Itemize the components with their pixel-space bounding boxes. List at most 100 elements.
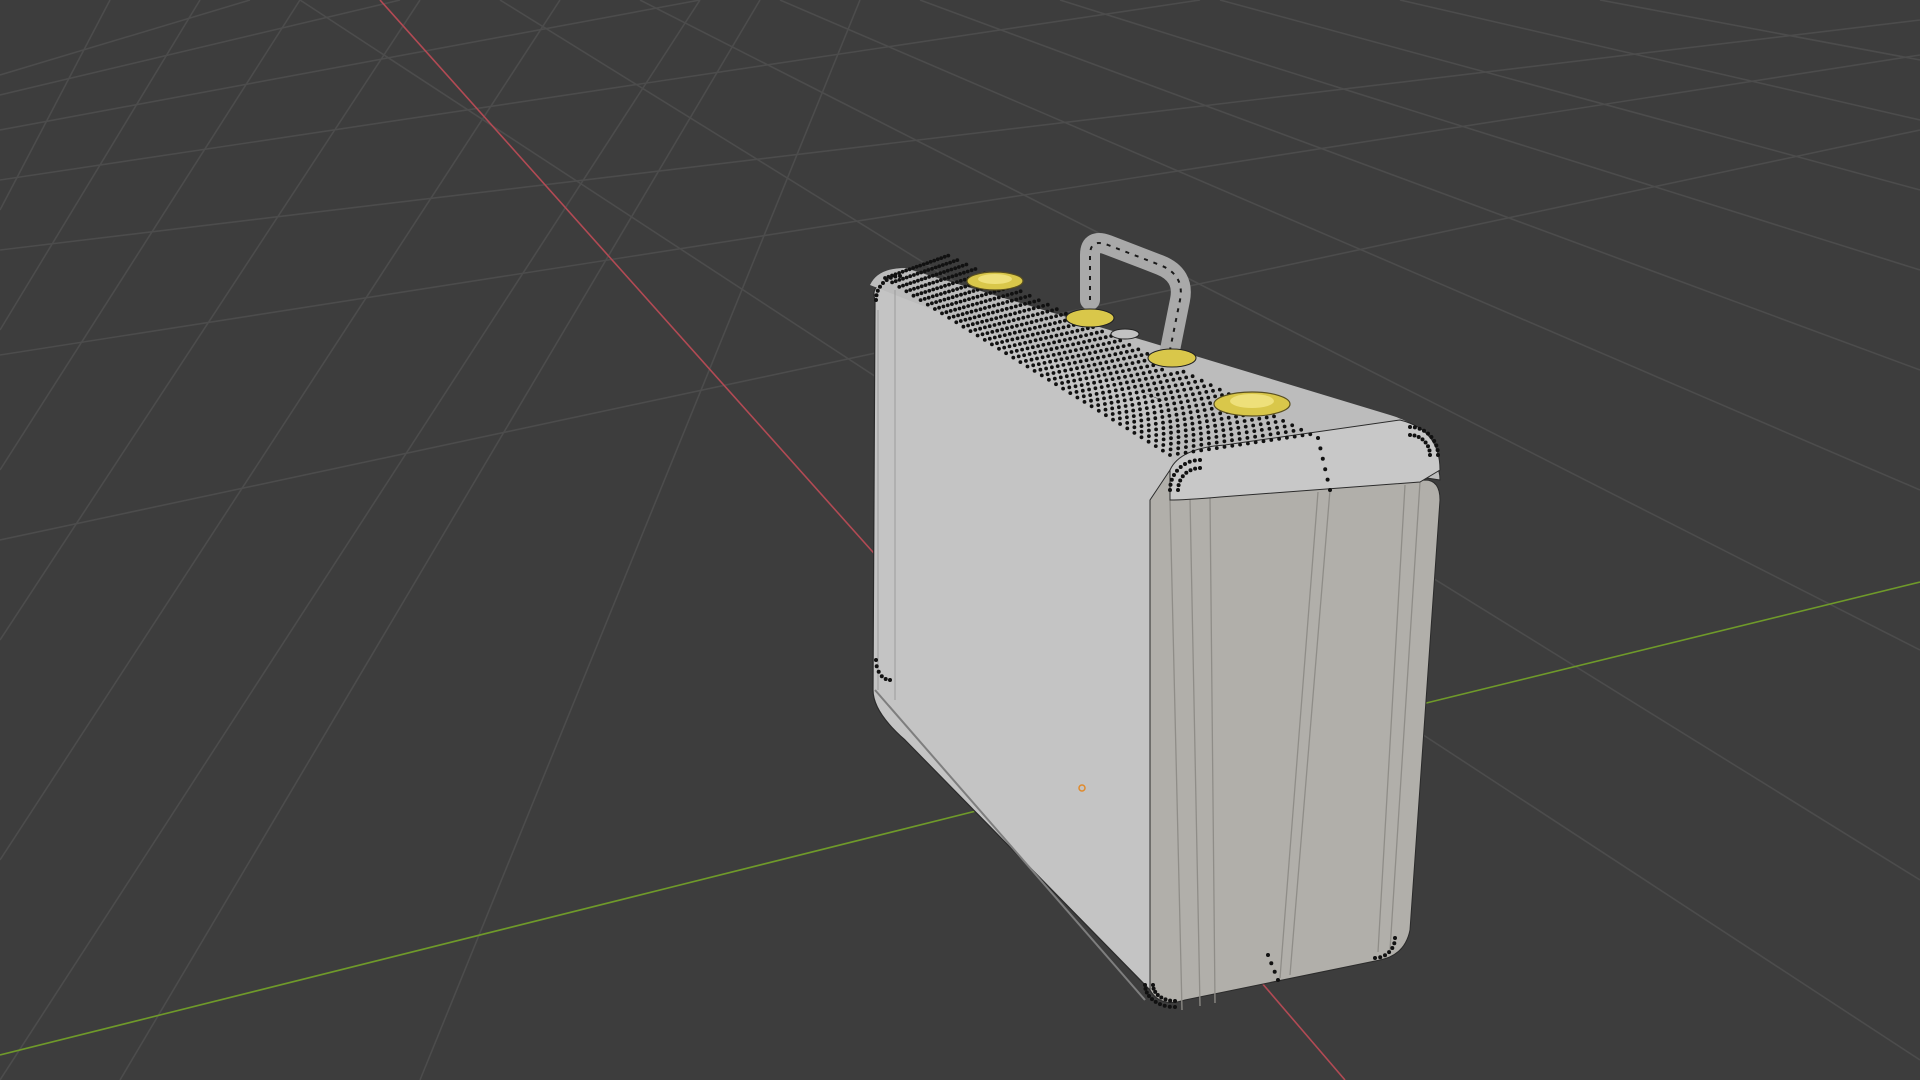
mesh-vertex[interactable] (1044, 336, 1048, 340)
mesh-vertex[interactable] (1253, 440, 1258, 445)
mesh-vertex[interactable] (1098, 361, 1103, 366)
mesh-vertex[interactable] (1040, 310, 1045, 315)
mesh-vertex[interactable] (1118, 381, 1123, 386)
mesh-vertex[interactable] (1039, 373, 1044, 378)
mesh-vertex[interactable] (1149, 393, 1154, 398)
mesh-vertex[interactable] (1138, 413, 1143, 417)
mesh-vertex[interactable] (1003, 313, 1008, 318)
mesh-vertex[interactable] (1168, 447, 1173, 452)
mesh-vertex[interactable] (1184, 434, 1188, 438)
mesh-vertex[interactable] (1221, 428, 1226, 432)
edge-vertex[interactable] (1143, 983, 1147, 987)
mesh-vertex[interactable] (1161, 426, 1166, 431)
mesh-vertex[interactable] (1267, 426, 1272, 431)
mesh-vertex[interactable] (1066, 379, 1071, 384)
mesh-vertex[interactable] (1075, 395, 1080, 400)
mesh-vertex[interactable] (1058, 375, 1063, 380)
mesh-vertex[interactable] (1030, 332, 1035, 337)
mesh-vertex[interactable] (1185, 399, 1190, 403)
mesh-vertex[interactable] (915, 271, 920, 276)
mesh-vertex[interactable] (956, 313, 960, 318)
mesh-vertex[interactable] (1029, 320, 1034, 325)
mesh-vertex[interactable] (1044, 348, 1048, 353)
mesh-vertex[interactable] (966, 304, 971, 308)
mesh-vertex[interactable] (1197, 391, 1202, 395)
edge-vertex[interactable] (1184, 470, 1189, 475)
mesh-vertex[interactable] (1143, 400, 1148, 405)
mesh-vertex[interactable] (951, 314, 956, 319)
mesh-vertex[interactable] (1031, 313, 1035, 318)
mesh-vertex[interactable] (1208, 401, 1212, 406)
edge-vertex[interactable] (1193, 466, 1198, 471)
mesh-vertex[interactable] (1010, 337, 1015, 342)
mesh-vertex[interactable] (962, 277, 967, 282)
mesh-vertex[interactable] (1175, 418, 1180, 423)
edge-vertex[interactable] (1169, 477, 1174, 482)
mesh-vertex[interactable] (940, 311, 944, 316)
mesh-vertex[interactable] (988, 298, 992, 302)
mesh-vertex[interactable] (1237, 431, 1241, 436)
mesh-vertex[interactable] (1000, 340, 1004, 344)
edge-vertex[interactable] (876, 669, 881, 674)
mesh-vertex[interactable] (1004, 306, 1009, 311)
mesh-vertex[interactable] (1259, 428, 1264, 432)
mesh-vertex[interactable] (1080, 388, 1085, 393)
mesh-vertex[interactable] (1207, 447, 1211, 452)
mesh-vertex[interactable] (1116, 357, 1120, 362)
edge-vertex[interactable] (1436, 453, 1440, 457)
mesh-vertex[interactable] (1191, 432, 1196, 437)
mesh-vertex[interactable] (904, 289, 909, 294)
edge-vertex[interactable] (1147, 994, 1151, 998)
edge-vertex[interactable] (1408, 433, 1412, 437)
mesh-vertex[interactable] (1146, 423, 1151, 427)
mesh-vertex[interactable] (988, 291, 993, 295)
mesh-vertex[interactable] (1065, 331, 1069, 335)
mesh-vertex[interactable] (1272, 414, 1276, 419)
mesh-vertex[interactable] (1166, 408, 1171, 413)
mesh-vertex[interactable] (1044, 366, 1048, 371)
mesh-vertex[interactable] (969, 309, 974, 314)
mesh-vertex[interactable] (940, 263, 945, 267)
mesh-vertex[interactable] (1199, 378, 1204, 383)
mesh-vertex[interactable] (1253, 434, 1257, 439)
mesh-vertex[interactable] (1026, 314, 1030, 319)
mesh-vertex[interactable] (1092, 362, 1097, 367)
mesh-vertex[interactable] (1144, 406, 1149, 410)
mesh-vertex[interactable] (1180, 406, 1185, 410)
mesh-vertex[interactable] (1014, 348, 1019, 353)
mesh-vertex[interactable] (1204, 390, 1209, 394)
mesh-vertex[interactable] (1018, 303, 1023, 307)
mesh-vertex[interactable] (1124, 409, 1129, 414)
mesh-vertex[interactable] (1131, 379, 1136, 384)
mesh-vertex[interactable] (1028, 339, 1033, 344)
mesh-vertex[interactable] (1023, 302, 1027, 306)
edge-vertex[interactable] (1408, 425, 1412, 429)
mesh-vertex[interactable] (1102, 396, 1106, 401)
edge-vertex[interactable] (1426, 444, 1430, 449)
mesh-vertex[interactable] (983, 299, 988, 303)
mesh-vertex[interactable] (1195, 385, 1200, 390)
edge-vertex[interactable] (1168, 488, 1172, 492)
mesh-vertex[interactable] (1070, 373, 1075, 377)
mesh-vertex[interactable] (1135, 372, 1140, 377)
mesh-vertex[interactable] (1258, 422, 1263, 427)
mesh-vertex[interactable] (1199, 431, 1203, 436)
mesh-vertex[interactable] (1229, 432, 1234, 437)
mesh-vertex[interactable] (1055, 364, 1060, 368)
mesh-vertex[interactable] (954, 273, 959, 278)
edge-vertex[interactable] (1325, 477, 1330, 482)
mesh-vertex[interactable] (980, 332, 985, 337)
mesh-vertex[interactable] (955, 258, 960, 262)
mesh-vertex[interactable] (1214, 446, 1219, 450)
mesh-vertex[interactable] (1007, 344, 1012, 349)
mesh-vertex[interactable] (1022, 308, 1027, 313)
mesh-vertex[interactable] (1054, 307, 1059, 312)
mesh-vertex[interactable] (911, 266, 915, 270)
mesh-vertex[interactable] (932, 258, 937, 263)
mesh-vertex[interactable] (975, 301, 979, 306)
mesh-vertex[interactable] (939, 292, 943, 296)
mesh-vertex[interactable] (1150, 399, 1155, 404)
mesh-vertex[interactable] (962, 270, 966, 275)
mesh-vertex[interactable] (1142, 358, 1147, 363)
mesh-vertex[interactable] (996, 302, 1001, 307)
